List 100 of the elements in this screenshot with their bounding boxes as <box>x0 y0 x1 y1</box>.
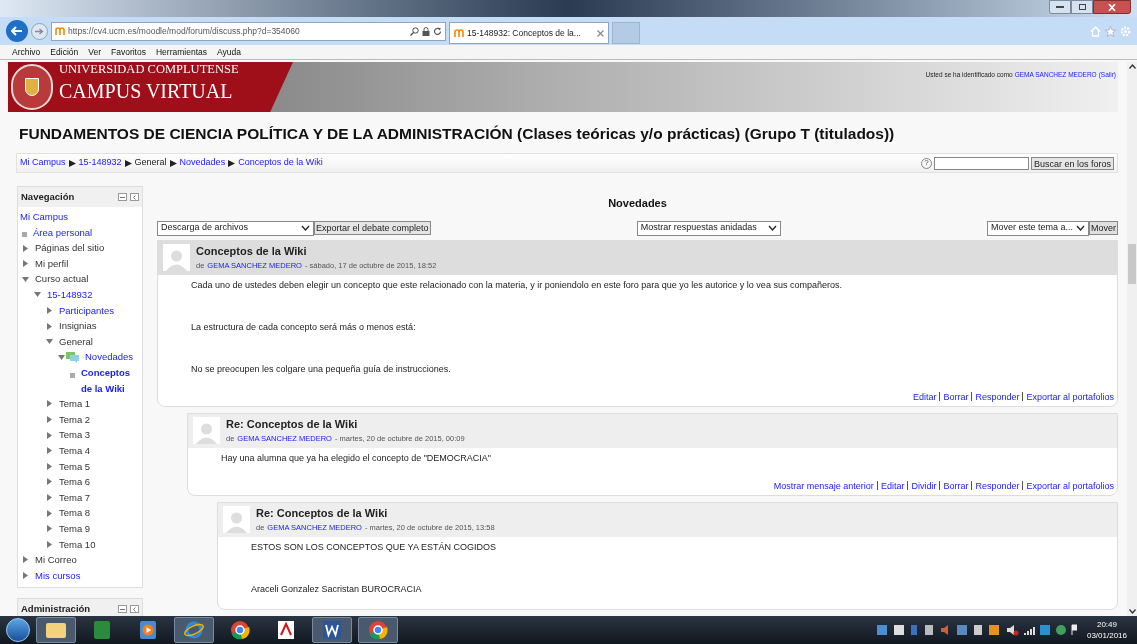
breadcrumb-link[interactable]: 15-148932 <box>78 156 122 170</box>
post-subject: Re: Conceptos de la Wiki <box>256 505 389 521</box>
menu-item[interactable]: Ver <box>88 45 101 59</box>
clock-date[interactable]: 03/01/2016 <box>1086 630 1127 641</box>
lock-icon <box>422 26 430 36</box>
block-title: Administración <box>21 602 91 616</box>
nav-item[interactable]: Tema 7 <box>59 489 91 506</box>
post-action-link[interactable]: Editar <box>880 479 905 492</box>
breadcrumb-arrow-icon <box>68 159 76 167</box>
document-w-icon[interactable] <box>312 617 352 643</box>
dock-icon[interactable] <box>130 193 139 202</box>
post-text: Araceli Gonzalez Sacristan BUROCRACIA <box>251 582 423 595</box>
campus-name: CAMPUS VIRTUAL <box>59 79 234 104</box>
scroll-up-icon[interactable] <box>1128 64 1136 69</box>
forum-title: Novedades <box>607 196 668 212</box>
nav-item[interactable]: Tema 6 <box>59 474 91 490</box>
back-button[interactable] <box>6 20 28 42</box>
nav-item[interactable]: Tema 4 <box>59 442 91 459</box>
chevron-down-icon <box>301 225 310 232</box>
nav-item[interactable]: Tema 5 <box>59 458 91 475</box>
chevron-down-icon <box>767 225 777 232</box>
nav-item[interactable]: Curso actual <box>35 271 89 288</box>
post-action-link[interactable]: Dividir <box>911 479 937 492</box>
nav-item[interactable]: Mi perfil <box>35 255 69 272</box>
post-action-link[interactable]: Exportar al portafolios <box>1026 479 1114 492</box>
collapsed-triangle-icon <box>22 572 29 579</box>
nav-item[interactable]: Insignias <box>59 318 97 334</box>
site-favicon <box>454 29 464 37</box>
nav-link[interactable]: 15-148932 <box>47 287 93 303</box>
nav-item[interactable]: Páginas del sitio <box>35 240 105 256</box>
nav-link[interactable]: Novedades <box>85 349 134 365</box>
bullet-icon <box>70 372 75 378</box>
search-field[interactable] <box>933 156 1029 170</box>
nav-item[interactable]: Tema 10 <box>59 536 96 553</box>
nav-item[interactable]: General <box>59 333 93 350</box>
avatar-silhouette <box>223 505 250 533</box>
bullet-icon <box>22 232 27 238</box>
breadcrumb-link[interactable]: Novedades <box>179 156 226 170</box>
collapse-icon[interactable] <box>118 193 127 202</box>
post-action-link[interactable]: Borrar <box>943 479 969 492</box>
post-text: ESTOS SON LOS CONCEPTOS QUE YA ESTÁN COGIDOS <box>251 540 497 553</box>
left-arrow-icon[interactable] <box>11 26 23 36</box>
menu-item[interactable]: Archivo <box>12 45 41 59</box>
university-crest-icon <box>11 64 53 110</box>
address-bar[interactable]: https://cv4.ucm.es/moodle/mod/forum/discuss.php?d=354060 <box>51 21 446 41</box>
post-text: Cada uno de ustedes deben elegir un concepto que este relacionado con la materia, y ir poniendolo en este foro para que yo les autorice y lo vea sus compañeros. <box>191 278 843 291</box>
minimize-button[interactable] <box>1049 0 1071 14</box>
menu-item[interactable]: Favoritos <box>111 45 146 59</box>
search-forums-button[interactable]: Buscar en los foros <box>1030 156 1114 170</box>
export-discussion-button[interactable]: Exportar el debate completo <box>314 221 431 236</box>
scroll-down-icon[interactable] <box>1128 609 1136 614</box>
nav-item[interactable]: Tema 3 <box>59 427 91 443</box>
menu-item[interactable]: Ayuda <box>217 45 241 59</box>
nav-item[interactable]: Tema 8 <box>59 505 91 521</box>
clock-time[interactable]: 20:49 <box>1096 619 1117 630</box>
nav-link[interactable]: Mi Campus <box>20 209 69 225</box>
right-arrow-icon[interactable] <box>35 27 44 35</box>
dock-icon[interactable] <box>130 605 139 614</box>
restore-button[interactable] <box>1071 0 1093 14</box>
post-action-link[interactable]: Borrar <box>943 390 969 403</box>
nav-link[interactable]: Participantes <box>59 302 114 319</box>
browser-tab[interactable]: 15-148932: Conceptos de la... <box>449 22 609 44</box>
folder-icon[interactable] <box>36 617 76 643</box>
scrollbar[interactable] <box>1127 62 1137 616</box>
download-select[interactable]: Descarga de archivos <box>157 220 314 236</box>
menu-item[interactable]: Edición <box>50 45 79 59</box>
star-icon[interactable] <box>1105 25 1116 37</box>
close-button[interactable] <box>1093 0 1131 14</box>
move-button[interactable]: Mover <box>1089 221 1118 236</box>
post-action-link[interactable]: Mostrar mensaje anterior <box>773 479 874 492</box>
post-action-link[interactable]: Responder <box>975 390 1020 403</box>
scrollbar-thumb[interactable] <box>1128 244 1136 284</box>
nav-link[interactable]: Área personal <box>33 224 93 241</box>
breadcrumb-text: General <box>134 156 167 170</box>
nav-item[interactable]: Mi Correo <box>35 552 77 568</box>
start-button[interactable] <box>6 618 30 642</box>
post-action-link[interactable]: Exportar al portafolios <box>1026 390 1114 403</box>
nav-link[interactable]: Mis cursos <box>35 567 81 584</box>
move-topic-select[interactable]: Mover este tema a... <box>987 220 1089 236</box>
refresh-icon[interactable] <box>433 26 442 36</box>
nav-item[interactable]: Tema 2 <box>59 411 91 428</box>
menu-item[interactable]: Herramientas <box>155 45 207 59</box>
display-mode-select[interactable]: Mostrar respuestas anidadas <box>636 220 781 236</box>
nav-item[interactable]: Tema 9 <box>59 520 91 537</box>
breadcrumb-link[interactable]: Mi Campus <box>20 156 66 170</box>
avatar-silhouette <box>163 243 190 271</box>
nav-item[interactable]: Tema 1 <box>59 396 91 412</box>
nav-link[interactable]: Conceptos de la Wiki <box>81 365 140 397</box>
post-action-link[interactable]: Editar <box>912 390 937 403</box>
post-action-link[interactable]: Responder <box>975 479 1020 492</box>
collapse-icon[interactable] <box>118 605 127 614</box>
breadcrumb-arrow-icon <box>228 159 236 167</box>
browser-e-icon[interactable] <box>174 617 214 643</box>
breadcrumb-link[interactable]: Conceptos de la Wiki <box>238 156 323 170</box>
forward-button[interactable] <box>31 22 48 40</box>
close-icon[interactable] <box>597 29 604 37</box>
tray-icons-drawing[interactable] <box>876 624 1077 636</box>
breadcrumb-arrow-icon <box>169 159 177 167</box>
breadcrumb-arrow-icon <box>124 159 132 167</box>
search-icon[interactable] <box>410 26 419 36</box>
